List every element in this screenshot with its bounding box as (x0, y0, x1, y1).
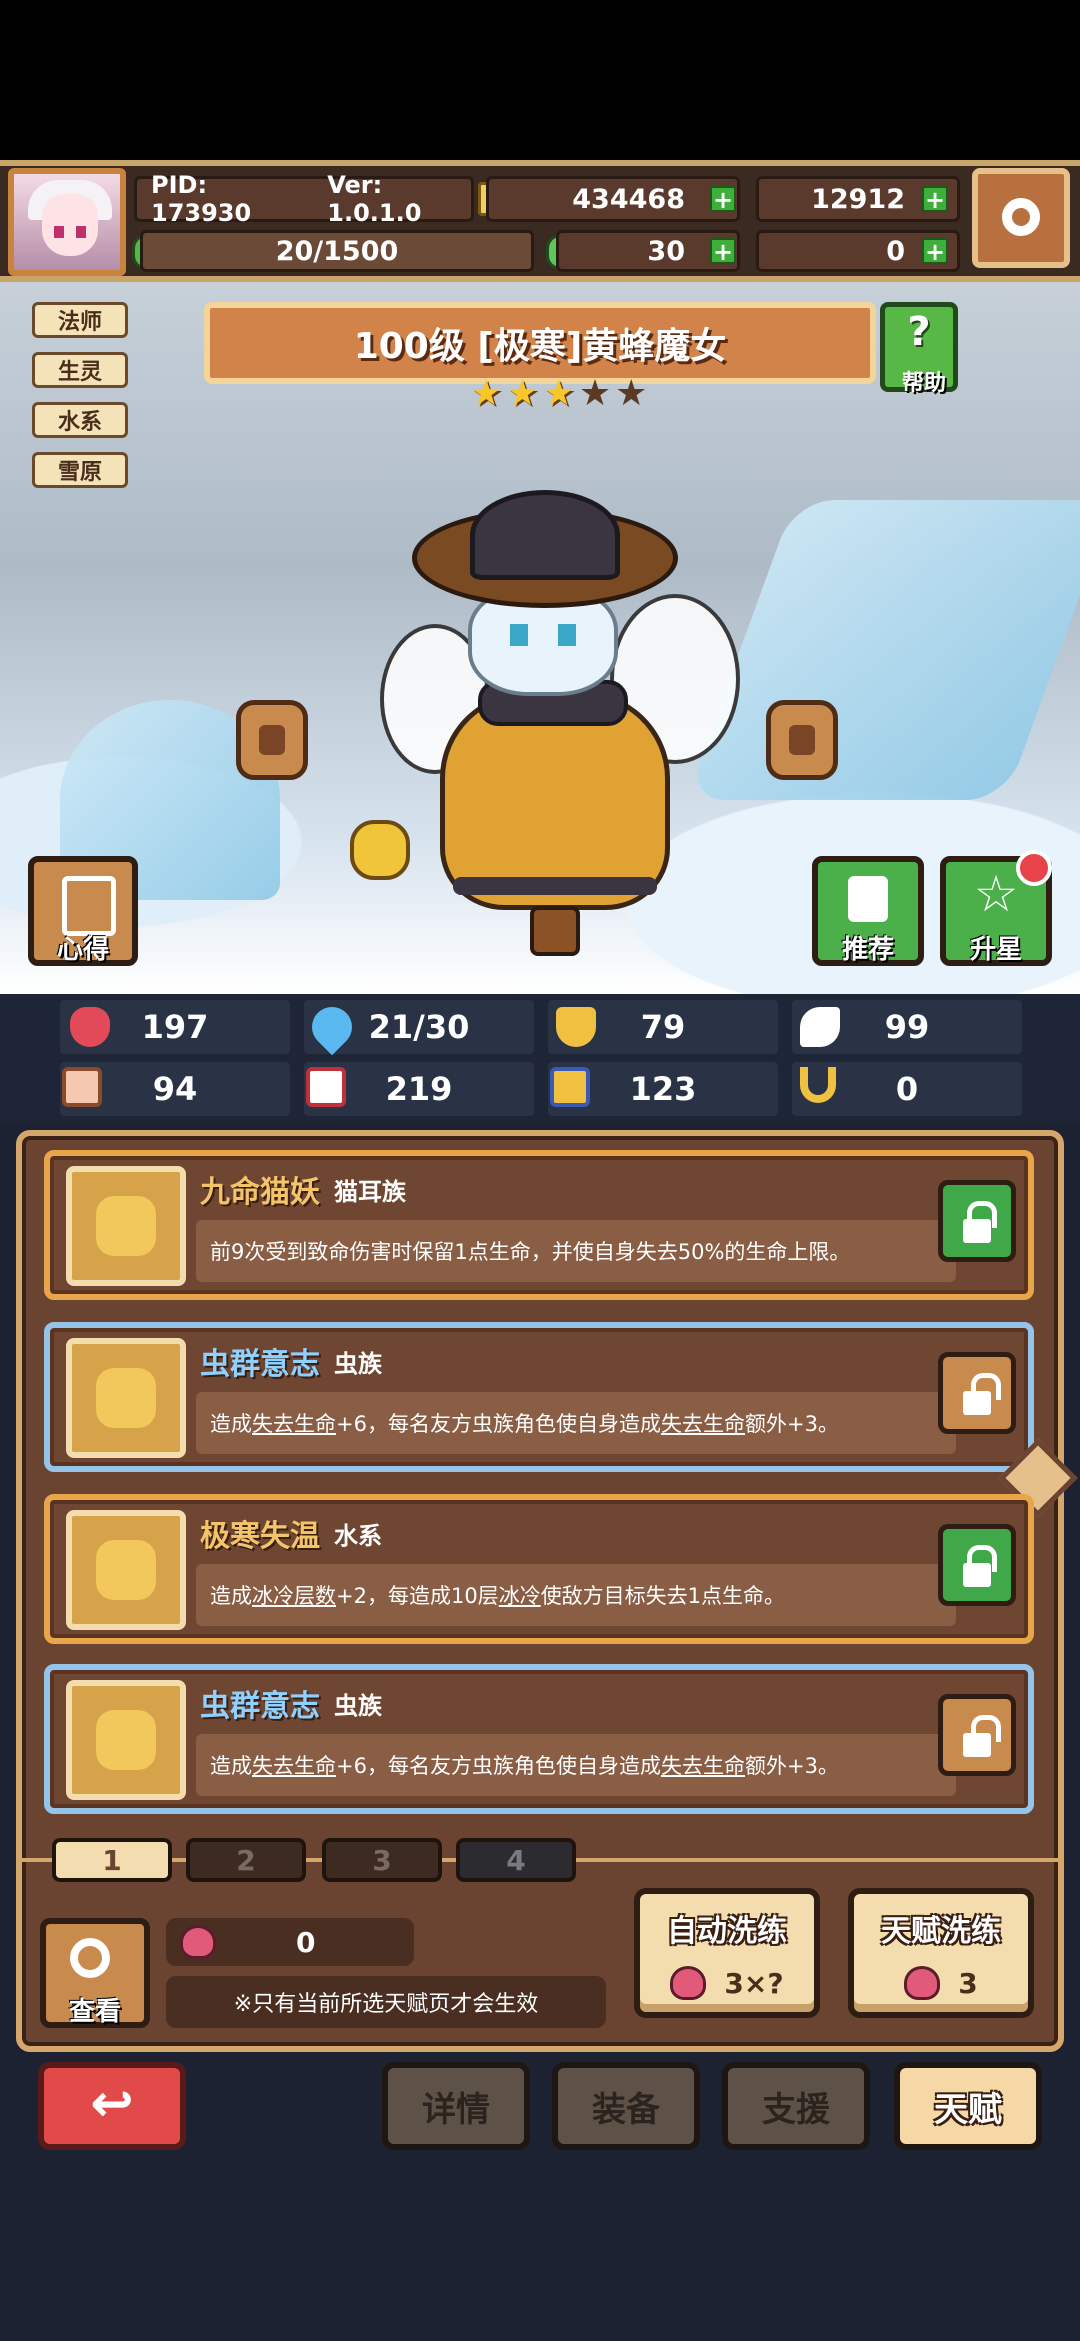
fist-icon (62, 1067, 102, 1107)
unlock-icon[interactable] (938, 1352, 1016, 1434)
talent-page-tab-4[interactable]: 4 (456, 1838, 576, 1882)
nav-details[interactable]: 详情 (382, 2062, 530, 2150)
talent-description: 造成 失去生命 +6，每名友方虫族角色使自身造成 失去生命 额外+3。 (196, 1392, 956, 1454)
pid-label: PID: 173930 (151, 171, 252, 227)
character-title-banner: 100级 [极寒]黄蜂魔女 (204, 302, 876, 384)
talent-name: 极寒失温 (200, 1519, 320, 1554)
bug-icon (66, 1680, 186, 1800)
nav-equipment[interactable]: 装备 (552, 2062, 700, 2150)
talent-card[interactable]: 极寒失温 水系 造成 冰冷层数 +2，每造成10层 冰冷 使敌方目标失去1点生命。 (44, 1494, 1034, 1644)
apple-icon (180, 1925, 216, 1959)
star-icon: ★ (615, 373, 648, 414)
magnifier-icon (70, 1938, 110, 1978)
tag-snowfield: 雪原 (32, 452, 128, 488)
book-icon (62, 876, 116, 936)
lock-icon[interactable] (938, 1180, 1016, 1262)
prev-character-button[interactable] (236, 700, 308, 780)
add-clover-button[interactable]: + (710, 238, 736, 264)
witch-hat (470, 490, 620, 580)
talent-name: 九命猫妖 (200, 1175, 320, 1210)
add-gems-button[interactable]: + (922, 186, 948, 212)
talent-name: 虫群意志 (200, 1689, 320, 1724)
shield-icon (556, 1007, 596, 1047)
boots (530, 906, 580, 956)
version-label: Ver: 1.0.1.0 (327, 171, 422, 227)
talent-type: 虫族 (334, 1691, 382, 1720)
witch-eyes (510, 624, 580, 646)
talent-card[interactable]: 九命猫妖 猫耳族 前9次受到致命伤害时保留1点生命，并使自身失去50%的生命上限… (44, 1150, 1034, 1300)
talent-name: 虫群意志 (200, 1347, 320, 1382)
talent-wash-button[interactable]: 天赋洗练 3 (848, 1888, 1034, 2018)
status-bar-area (0, 0, 1080, 160)
book-icon (306, 1067, 346, 1107)
player-avatar[interactable] (8, 168, 126, 276)
talent-type: 猫耳族 (334, 1177, 406, 1206)
add-coins-button[interactable]: + (710, 186, 736, 212)
recommend-button[interactable]: 推荐 (812, 856, 924, 966)
star-icon: ★ (506, 373, 539, 414)
talent-page-tab-2[interactable]: 2 (186, 1838, 306, 1882)
auto-wash-button[interactable]: 自动洗练 3×? (634, 1888, 820, 2018)
wing-icon (800, 1007, 840, 1047)
page-note: ※只有当前所选天赋页才会生效 (166, 1976, 606, 2028)
tag-mage: 法师 (32, 302, 128, 338)
question-icon: ? (907, 309, 931, 355)
add-horn-button[interactable]: + (922, 238, 948, 264)
next-character-button[interactable] (766, 700, 838, 780)
talent-type: 水系 (334, 1521, 382, 1550)
tag-creature: 生灵 (32, 352, 128, 388)
star-rating: ★ ★ ★ ★ ★ (470, 376, 647, 412)
talent-description: 造成 冰冷层数 +2，每造成10层 冰冷 使敌方目标失去1点生命。 (196, 1564, 956, 1626)
insight-button[interactable]: 心得 (28, 856, 138, 966)
xp-bar: 20/1500 (140, 230, 534, 272)
lock-icon[interactable] (938, 1524, 1016, 1606)
tag-water: 水系 (32, 402, 128, 438)
star-icon: ★ (542, 373, 575, 414)
thumbs-up-icon (848, 876, 888, 922)
apple-icon (670, 1966, 707, 2000)
apple-icon (904, 1966, 941, 2000)
star-icon: ★ (470, 373, 503, 414)
view-button[interactable]: 查看 (40, 1918, 150, 2028)
back-button[interactable] (38, 2062, 186, 2150)
staff (350, 820, 410, 880)
talent-card[interactable]: 虫群意志 虫族 造成 失去生命 +6，每名友方虫族角色使自身造成 失去生命 额外+3。 (44, 1322, 1034, 1472)
talent-card[interactable]: 虫群意志 虫族 造成 失去生命 +6，每名友方虫族角色使自身造成 失去生命 额外+3。 (44, 1664, 1034, 1814)
pid-version-box: PID: 173930 Ver: 1.0.1.0 (134, 171, 474, 227)
help-button[interactable]: ? 帮助 (880, 302, 958, 396)
boot-icon (550, 1067, 590, 1107)
notification-dot (1016, 850, 1052, 886)
nav-support[interactable]: 支援 (722, 2062, 870, 2150)
coin-counter: 434468 (486, 176, 740, 222)
unlock-icon[interactable] (938, 1694, 1016, 1776)
nav-talent[interactable]: 天赋 (894, 2062, 1042, 2150)
talent-page-tab-3[interactable]: 3 (322, 1838, 442, 1882)
flame-icon (66, 1510, 186, 1630)
talent-type: 虫族 (334, 1349, 382, 1378)
talent-description: 造成 失去生命 +6，每名友方虫族角色使自身造成 失去生命 额外+3。 (196, 1734, 956, 1796)
talent-page-tab-1[interactable]: 1 (52, 1838, 172, 1882)
cat-icon (66, 1166, 186, 1286)
settings-gear-icon[interactable] (972, 168, 1070, 268)
apple-counter: 0 (166, 1918, 414, 1966)
star-icon: ★ (578, 373, 612, 414)
bug-icon (66, 1338, 186, 1458)
heart-icon (70, 1007, 110, 1047)
horseshoe-icon (800, 1067, 836, 1103)
talent-description: 前9次受到致命伤害时保留1点生命，并使自身失去50%的生命上限。 (196, 1220, 956, 1282)
